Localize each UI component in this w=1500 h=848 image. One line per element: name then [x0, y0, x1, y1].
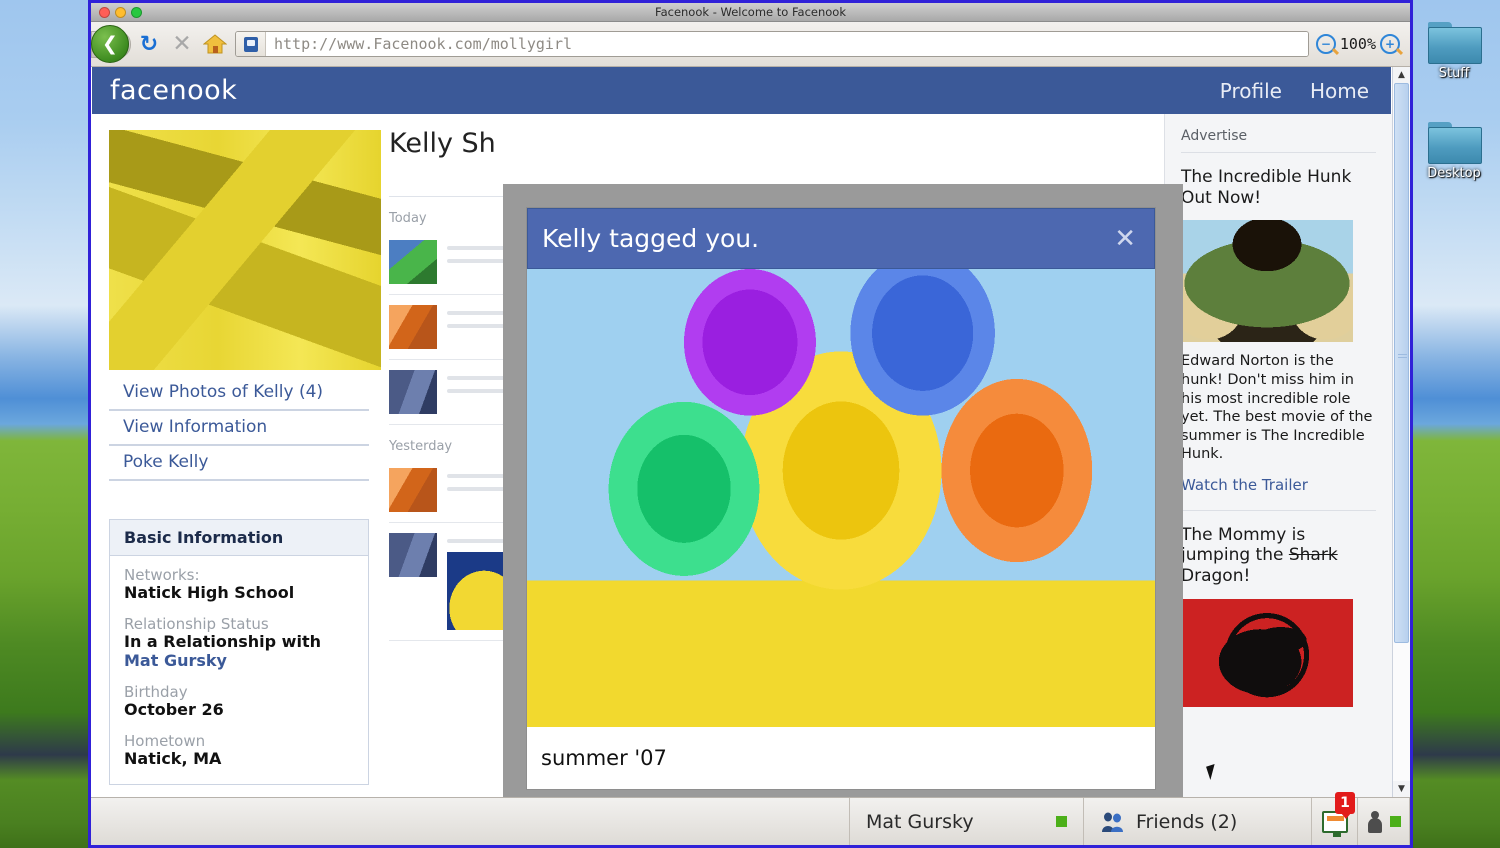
ad-item[interactable]: The Mommy is jumping the Shark Dragon!: [1181, 511, 1376, 733]
basic-information-body: Networks: Natick High School Relationshi…: [110, 556, 368, 784]
folder-icon: [1428, 22, 1480, 62]
ad-title-strikethrough: Shark: [1289, 545, 1338, 565]
notification-button[interactable]: 1: [1312, 798, 1358, 845]
modal-title: Kelly tagged you.: [542, 224, 759, 253]
view-photos-link[interactable]: View Photos of Kelly (4): [123, 382, 323, 402]
avatar: [389, 370, 437, 414]
basic-information-heading: Basic Information: [110, 520, 368, 556]
zoom-level: 100%: [1340, 35, 1376, 53]
ad-body: Edward Norton is the hunk! Don't miss hi…: [1181, 352, 1376, 463]
back-button[interactable]: ❮: [91, 25, 129, 63]
online-status-indicator: [1056, 816, 1067, 827]
info-label-birthday: Birthday: [124, 683, 354, 701]
info-value-networks: Natick High School: [124, 584, 354, 603]
reload-button[interactable]: ↻: [136, 31, 162, 57]
hunk-ad-image[interactable]: [1181, 220, 1353, 342]
page-viewport: facenook Profile Home View Photos of Kel…: [91, 67, 1410, 797]
taskbar-friends[interactable]: Friends (2): [1084, 798, 1312, 845]
ads-sidebar: Advertise The Incredible Hunk Out Now! E…: [1164, 114, 1392, 797]
tagged-photo-modal: Kelly tagged you. ✕ summer '07: [526, 207, 1156, 790]
site-icon: [236, 32, 266, 56]
home-icon: [203, 33, 227, 55]
watch-trailer-link[interactable]: Watch the Trailer: [1181, 476, 1308, 494]
stop-button[interactable]: ✕: [169, 31, 195, 57]
desktop-icon-label: Desktop: [1427, 166, 1481, 181]
ad-title-part1: The Mommy is jumping the: [1181, 525, 1305, 566]
zoom-controls[interactable]: − 100% +: [1316, 34, 1400, 54]
profile-photo[interactable]: [109, 130, 381, 370]
nav-link-home[interactable]: Home: [1310, 79, 1369, 103]
zoom-out-icon[interactable]: −: [1316, 34, 1336, 54]
friends-label: Friends (2): [1136, 811, 1237, 833]
profile-link-row[interactable]: View Information: [109, 411, 369, 446]
site-navbar: facenook Profile Home: [92, 67, 1391, 114]
photo-caption: summer '07: [527, 727, 1155, 789]
browser-toolbar: ➤ ❮ ↻ ✕ − 100% +: [91, 22, 1410, 67]
info-value-hometown: Natick, MA: [124, 750, 354, 769]
ad-title-part2: Dragon!: [1181, 566, 1250, 586]
taskbar-spacer: [91, 798, 850, 845]
home-button[interactable]: [202, 31, 228, 57]
profile-link-row[interactable]: View Photos of Kelly (4): [109, 376, 369, 411]
avatar: [389, 468, 437, 512]
close-icon[interactable]: ✕: [1114, 226, 1136, 252]
ads-heading: Advertise: [1181, 128, 1376, 153]
taskbar-icons: 1: [1312, 798, 1410, 845]
contact-status-indicator: [1390, 816, 1401, 827]
scrollbar-thumb[interactable]: [1394, 83, 1409, 643]
chat-taskbar: Mat Gursky Friends (2) 1: [91, 797, 1410, 845]
folder-icon: [1428, 122, 1480, 162]
taskbar-user[interactable]: Mat Gursky: [850, 798, 1084, 845]
desktop-icon-label: Stuff: [1439, 66, 1470, 81]
nav-link-profile[interactable]: Profile: [1220, 79, 1282, 103]
url-input[interactable]: [266, 32, 1308, 56]
avatar: [389, 240, 437, 284]
site-logo[interactable]: facenook: [110, 75, 237, 106]
window-title: Facenook - Welcome to Facenook: [91, 5, 1410, 19]
info-value-birthday: October 26: [124, 701, 354, 720]
ad-title: The Mommy is jumping the Shark Dragon!: [1181, 525, 1376, 587]
profile-sidebar: View Photos of Kelly (4) View Informatio…: [91, 114, 381, 797]
navbar-links: Profile Home: [1220, 79, 1369, 103]
page-scrollbar[interactable]: ▲ ▼: [1392, 67, 1410, 797]
zoom-in-icon[interactable]: +: [1380, 34, 1400, 54]
profile-link-row[interactable]: Poke Kelly: [109, 446, 369, 481]
window-titlebar: Facenook - Welcome to Facenook: [91, 3, 1410, 22]
info-value-relationship: In a Relationship with: [124, 633, 354, 652]
scroll-down-arrow-icon[interactable]: ▼: [1393, 781, 1410, 797]
browser-window: Facenook - Welcome to Facenook ➤ ❮ ↻ ✕: [88, 0, 1413, 848]
page-title: Kelly Sh: [389, 128, 1148, 159]
reload-icon: ↻: [140, 32, 158, 57]
desktop-icon-stuff[interactable]: Stuff: [1412, 22, 1496, 81]
dragon-ad-image[interactable]: [1181, 599, 1353, 707]
profile-links: View Photos of Kelly (4) View Informatio…: [109, 376, 369, 481]
relationship-partner-link[interactable]: Mat Gursky: [124, 651, 227, 670]
modal-header: Kelly tagged you. ✕: [527, 208, 1155, 269]
address-bar[interactable]: [235, 31, 1309, 57]
taskbar-user-name: Mat Gursky: [866, 811, 974, 833]
scroll-up-arrow-icon[interactable]: ▲: [1393, 67, 1410, 83]
contact-pawn-icon: [1367, 811, 1383, 833]
view-information-link[interactable]: View Information: [123, 417, 267, 437]
basic-information-box: Basic Information Networks: Natick High …: [109, 519, 369, 785]
avatar: [389, 533, 437, 577]
info-label-relationship: Relationship Status: [124, 615, 354, 633]
avatar: [389, 305, 437, 349]
ad-item[interactable]: The Incredible Hunk Out Now! Edward Nort…: [1181, 153, 1376, 511]
info-label-networks: Networks:: [124, 566, 354, 584]
navigation-buttons: ➤ ❮: [101, 25, 129, 63]
notification-badge: 1: [1335, 792, 1355, 814]
scrollbar-track[interactable]: [1393, 83, 1410, 781]
friends-icon: [1100, 811, 1126, 833]
contact-button[interactable]: [1358, 798, 1410, 845]
back-arrow-icon: ❮: [102, 35, 118, 54]
tagged-photo[interactable]: [527, 269, 1155, 727]
desktop-icon-desktop[interactable]: Desktop: [1412, 122, 1496, 181]
poke-kelly-link[interactable]: Poke Kelly: [123, 452, 208, 472]
ad-title: The Incredible Hunk Out Now!: [1181, 167, 1376, 208]
info-label-hometown: Hometown: [124, 732, 354, 750]
stop-icon: ✕: [172, 31, 191, 57]
